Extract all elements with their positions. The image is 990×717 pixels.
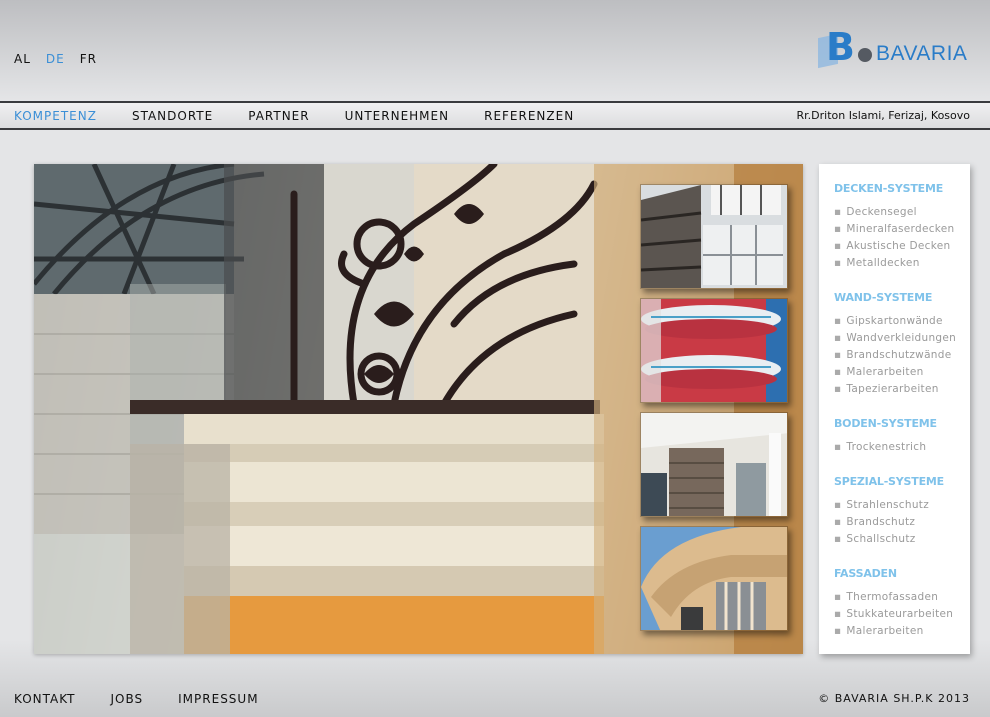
logo-name: BAVARIA: [876, 42, 968, 65]
lang-al[interactable]: AL: [14, 52, 31, 66]
menu-heading-spezial-systeme[interactable]: SPEZIAL-SYSTEME: [834, 475, 970, 488]
menu-item-gipskartonwaende[interactable]: Gipskartonwände: [834, 315, 970, 332]
nav-item-kompetenz[interactable]: KOMPETENZ: [14, 109, 97, 123]
building-image-icon: [641, 413, 787, 516]
menu-heading-boden-systeme[interactable]: BODEN-SYSTEME: [834, 417, 970, 430]
thumbnail-red-balconies[interactable]: [640, 298, 788, 403]
language-switcher: AL DE FR: [14, 52, 97, 66]
bavaria-logo[interactable]: B BAVARIA: [816, 28, 976, 72]
menu-item-brandschutzwaende[interactable]: Brandschutzwände: [834, 349, 970, 366]
menu-item-brandschutz[interactable]: Brandschutz: [834, 516, 970, 533]
building-image-icon: [641, 299, 787, 402]
menu-heading-fassaden[interactable]: FASSADEN: [834, 567, 970, 580]
logo-letter: B: [826, 25, 855, 69]
menu-item-mineralfaserdecken[interactable]: Mineralfaserdecken: [834, 223, 970, 240]
menu-heading-wand-systeme[interactable]: WAND-SYSTEME: [834, 291, 970, 304]
nav-item-unternehmen[interactable]: UNTERNEHMEN: [345, 109, 450, 123]
menu-item-deckensegel[interactable]: Deckensegel: [834, 206, 970, 223]
menu-item-metalldecken[interactable]: Metalldecken: [834, 257, 970, 274]
menu-item-trockenestrich[interactable]: Trockenestrich: [834, 441, 970, 458]
footer-link-jobs[interactable]: JOBS: [111, 692, 144, 706]
thumbnail-stone-column[interactable]: [640, 412, 788, 517]
nav-item-standorte[interactable]: STANDORTE: [132, 109, 213, 123]
menu-item-thermofassaden[interactable]: Thermofassaden: [834, 591, 970, 608]
nav-item-referenzen[interactable]: REFERENZEN: [484, 109, 574, 123]
copyright-text: © BAVARIA SH.P.K 2013: [818, 692, 970, 705]
footer-link-kontakt[interactable]: KONTAKT: [14, 692, 76, 706]
building-image-icon: [641, 185, 787, 288]
menu-item-strahlenschutz[interactable]: Strahlenschutz: [834, 499, 970, 516]
menu-item-schallschutz[interactable]: Schallschutz: [834, 533, 970, 550]
menu-item-tapezierarbeiten[interactable]: Tapezierarbeiten: [834, 383, 970, 400]
logo-dot: [858, 48, 872, 62]
company-address: Rr.Driton Islami, Ferizaj, Kosovo: [796, 109, 970, 122]
menu-item-akustische-decken[interactable]: Akustische Decken: [834, 240, 970, 257]
menu-item-stukkateurarbeiten[interactable]: Stukkateurarbeiten: [834, 608, 970, 625]
menu-heading-decken-systeme[interactable]: DECKEN-SYSTEME: [834, 182, 970, 195]
lang-de[interactable]: DE: [46, 52, 65, 66]
thumbnail-facade-panels[interactable]: [640, 184, 788, 289]
nav-item-partner[interactable]: PARTNER: [248, 109, 309, 123]
main-nav: KOMPETENZ STANDORTE PARTNER UNTERNEHMEN …: [0, 101, 990, 130]
footer-links: KONTAKT JOBS IMPRESSUM: [14, 692, 259, 706]
lang-fr[interactable]: FR: [80, 52, 97, 66]
service-menu: DECKEN-SYSTEME Deckensegel Mineralfaserd…: [819, 164, 970, 654]
menu-item-malerarbeiten-fassaden[interactable]: Malerarbeiten: [834, 625, 970, 642]
menu-item-malerarbeiten-wand[interactable]: Malerarbeiten: [834, 366, 970, 383]
footer-link-impressum[interactable]: IMPRESSUM: [178, 692, 258, 706]
building-image-icon: [641, 527, 787, 630]
thumbnail-curved-facade[interactable]: [640, 526, 788, 631]
menu-item-wandverkleidungen[interactable]: Wandverkleidungen: [834, 332, 970, 349]
nav-items: KOMPETENZ STANDORTE PARTNER UNTERNEHMEN …: [14, 109, 574, 123]
